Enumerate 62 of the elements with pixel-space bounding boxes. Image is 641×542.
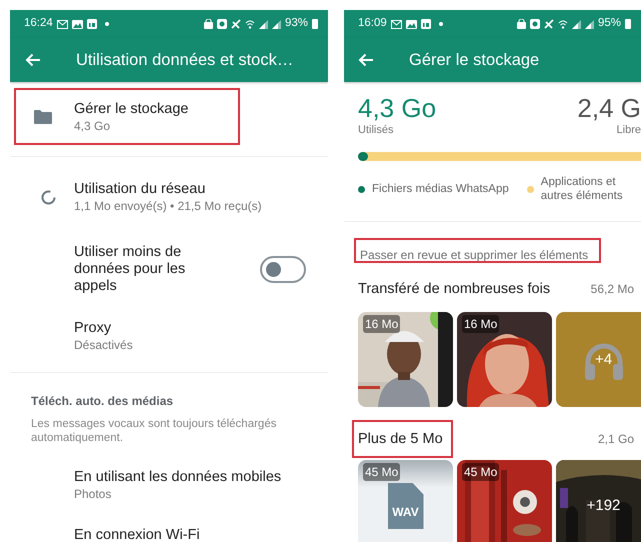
signal-icon — [572, 20, 581, 28]
back-icon[interactable] — [358, 53, 374, 67]
menu-item-title[interactable]: Gérer le stockage — [74, 100, 188, 118]
group-size: 56,2 Mo — [590, 281, 634, 298]
used-storage-value: 4,3 Go — [358, 93, 436, 123]
legend-label: Fichiers médias WhatsApp — [372, 182, 509, 196]
audio-tile[interactable] — [556, 312, 641, 407]
screen-title: Utilisation données et stock… — [76, 50, 294, 71]
group-title[interactable]: Plus de 5 Mo — [358, 431, 443, 447]
setting-title[interactable]: En utilisant les données mobiles — [74, 468, 328, 486]
setting-title[interactable]: En connexion Wi-Fi — [74, 526, 328, 542]
screen-title: Gérer le stockage — [409, 50, 540, 71]
setting-subtitle: 1,1 Mo envoyé(s) • 21,5 Mo reçu(s) — [74, 198, 263, 214]
signal-icon — [272, 20, 281, 28]
used-storage-label: Utilisés — [358, 123, 394, 137]
status-time: 16:09 — [358, 16, 387, 32]
mute-icon — [230, 19, 241, 29]
folder-icon — [34, 110, 52, 124]
group-title[interactable]: Transféré de nombreuses fois — [358, 281, 550, 297]
lock-icon — [516, 19, 526, 29]
toggle-switch[interactable] — [260, 256, 306, 283]
image-icon — [406, 20, 417, 28]
signal-icon — [584, 20, 594, 28]
more-count: +4 — [594, 349, 612, 370]
file-size-label: 16 Mo — [462, 315, 500, 333]
battery-icon — [625, 19, 631, 29]
free-storage-value: 2,4 G — [577, 93, 641, 123]
setting-title[interactable]: Proxy — [74, 319, 306, 337]
mail-icon — [390, 20, 402, 28]
file-type-text: WAV — [392, 504, 419, 521]
ring-icon — [40, 190, 56, 204]
battery-icon — [312, 19, 318, 29]
wifi-icon — [244, 19, 255, 29]
legend-label: Applications et autres éléments — [540, 175, 624, 203]
section-heading: Téléch. auto. des médias — [31, 394, 174, 409]
section-note: Les messages vocaux sont toujours téléchargés automatiquement. — [31, 417, 278, 445]
file-size-label: 45 Mo — [363, 463, 400, 481]
app-icon — [86, 19, 97, 29]
menu-item-subtitle: 4,3 Go — [74, 118, 112, 134]
signal-icon — [258, 20, 268, 28]
back-icon[interactable] — [25, 53, 41, 67]
setting-subtitle: Désactivés — [74, 337, 134, 353]
group-size: 2,1 Go — [598, 431, 634, 448]
file-size-label: 16 Mo — [363, 315, 400, 333]
wifi-icon — [558, 19, 568, 29]
setting-subtitle: Photos — [74, 486, 112, 502]
setting-title[interactable]: Utilisation du réseau — [74, 180, 306, 198]
section-heading: Passer en revue et supprimer les éléments — [360, 248, 588, 262]
lock-icon — [204, 19, 213, 29]
mute-icon — [544, 19, 554, 29]
file-size-label: 45 Mo — [462, 463, 500, 481]
dot-icon — [104, 22, 109, 26]
free-storage-label: Libre — [616, 123, 641, 137]
app-icon — [420, 19, 431, 29]
battery-percent: 95% — [598, 16, 621, 32]
more-count: +192 — [586, 496, 620, 516]
image-icon — [72, 20, 83, 28]
status-time: 16:24 — [24, 16, 53, 32]
battery-percent: 93% — [284, 16, 308, 32]
setting-title[interactable]: Utiliser moins de données pour les appels — [74, 244, 224, 295]
mail-icon — [56, 20, 68, 28]
dot-icon — [438, 22, 443, 26]
